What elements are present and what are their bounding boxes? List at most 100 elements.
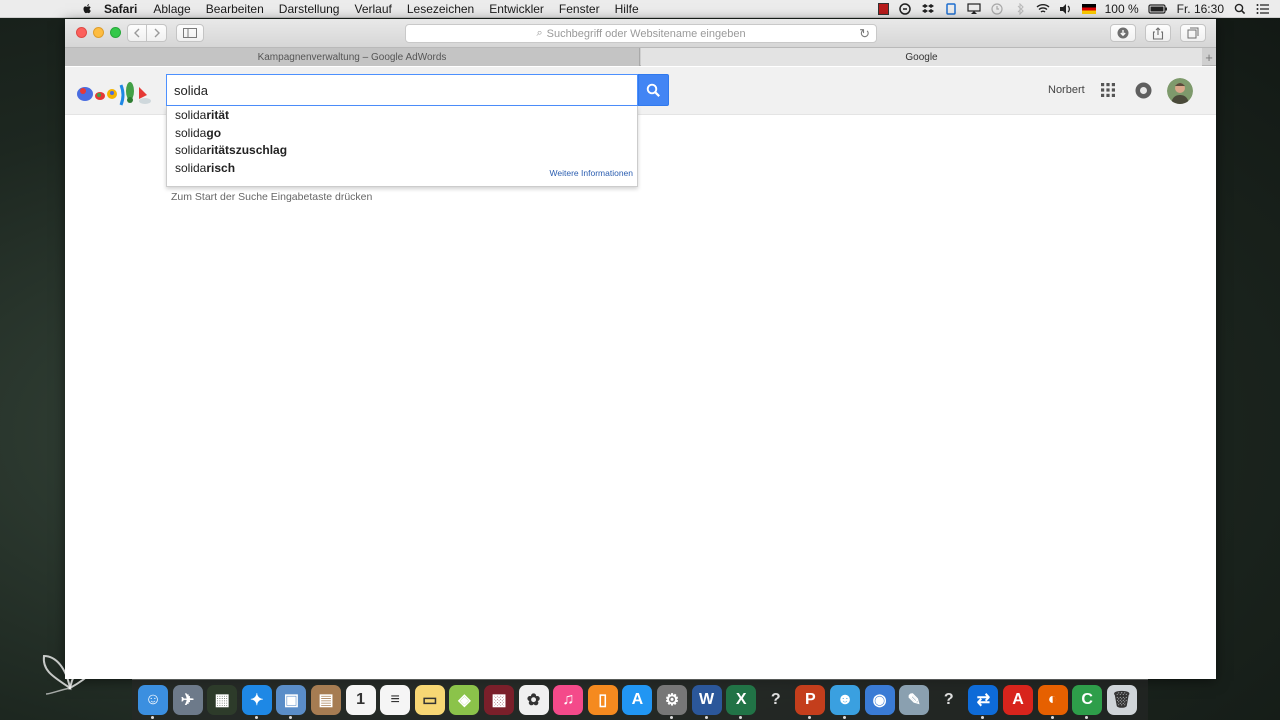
- suggestion-item[interactable]: solidaritätszuschlag: [175, 143, 287, 160]
- menu-ablage[interactable]: Ablage: [153, 2, 190, 16]
- wifi-icon[interactable]: [1036, 3, 1050, 15]
- running-indicator: [704, 716, 708, 719]
- menu-app-name[interactable]: Safari: [104, 2, 137, 16]
- notifications-icon[interactable]: [1135, 82, 1152, 99]
- running-indicator: [981, 716, 985, 719]
- running-indicator: [670, 716, 673, 719]
- acrobat-icon[interactable]: A: [1003, 685, 1033, 715]
- menu-bearbeiten[interactable]: Bearbeiten: [206, 2, 264, 16]
- photos-icon[interactable]: ✿: [518, 685, 549, 715]
- menu-darstellung[interactable]: Darstellung: [279, 2, 340, 16]
- apple-menu-icon[interactable]: [80, 2, 94, 16]
- google-doodle-logo[interactable]: [75, 75, 153, 109]
- itunes-icon[interactable]: ♫: [553, 685, 584, 715]
- suggestion-item[interactable]: solidago: [175, 126, 221, 143]
- excel-icon[interactable]: X: [726, 685, 757, 719]
- battery-icon[interactable]: [1148, 3, 1168, 15]
- unknown-app-2-icon[interactable]: ?: [934, 685, 964, 715]
- menu-hilfe[interactable]: Hilfe: [615, 2, 639, 16]
- show-all-tabs-button[interactable]: [1180, 24, 1206, 42]
- search-hint: Zum Start der Suche Eingabetaste drücken: [171, 191, 373, 203]
- user-avatar[interactable]: [1167, 78, 1193, 104]
- tab-adwords[interactable]: Kampagnenverwaltung – Google AdWords: [65, 48, 640, 66]
- search-button[interactable]: [638, 74, 669, 106]
- powerpoint-icon[interactable]: P: [795, 685, 826, 719]
- airplay-icon[interactable]: [966, 3, 981, 15]
- google-apps-icon[interactable]: [1101, 83, 1115, 97]
- photo-booth-icon[interactable]: ▩: [484, 685, 514, 715]
- unknown-app-icon[interactable]: ?: [761, 685, 791, 715]
- running-indicator: [254, 716, 258, 719]
- notes-icon[interactable]: ▭: [414, 685, 445, 715]
- clipboard-icon[interactable]: [944, 3, 958, 15]
- maps-icon[interactable]: ◈: [449, 685, 480, 715]
- reload-icon[interactable]: ↻: [859, 26, 870, 42]
- dropbox-icon[interactable]: [921, 3, 935, 15]
- running-indicator: [1085, 716, 1089, 719]
- reminders-icon[interactable]: ≡: [380, 685, 411, 715]
- calendar-icon[interactable]: 1: [345, 685, 376, 715]
- recording-icon[interactable]: [877, 3, 889, 15]
- tab-google[interactable]: Google: [641, 48, 1202, 66]
- tab-label: Google: [905, 51, 938, 63]
- window-minimize-button[interactable]: [93, 27, 104, 38]
- word-icon[interactable]: W: [691, 685, 722, 719]
- launchpad-icon[interactable]: ✈: [172, 685, 203, 715]
- sidebar-toggle-button[interactable]: [176, 24, 204, 42]
- camtasia-icon[interactable]: C: [1072, 685, 1103, 719]
- sidebar-icon: [183, 28, 197, 38]
- back-button[interactable]: [127, 24, 147, 42]
- firefox-icon[interactable]: ◐: [1037, 685, 1068, 719]
- utility-icon[interactable]: ✎: [899, 685, 930, 715]
- tabs-overview-icon: [1187, 27, 1199, 39]
- safari-icon[interactable]: ✦: [241, 685, 272, 719]
- preview-icon[interactable]: ▣: [276, 685, 307, 719]
- new-tab-button[interactable]: +: [1202, 48, 1216, 66]
- user-name-link[interactable]: Norbert: [1048, 84, 1085, 96]
- spotlight-icon[interactable]: [1233, 3, 1247, 15]
- running-indicator: [151, 716, 154, 719]
- suggestion-completion: risch: [206, 161, 236, 175]
- volume-icon[interactable]: [1059, 3, 1073, 15]
- suggestion-item[interactable]: solidarisch: [175, 161, 235, 178]
- messenger-icon[interactable]: ☻: [830, 685, 860, 719]
- network-icon[interactable]: ◉: [864, 685, 895, 715]
- trash-icon[interactable]: 🗑: [1106, 685, 1137, 715]
- address-placeholder: Suchbegriff oder Websitename eingeben: [546, 27, 746, 40]
- search-input[interactable]: solida: [166, 74, 638, 106]
- contacts-icon[interactable]: ▤: [311, 685, 341, 715]
- suggestion-prefix: solida: [175, 126, 207, 140]
- suggestion-prefix: solida: [175, 108, 207, 122]
- bluetooth-icon[interactable]: [1013, 3, 1027, 15]
- menu-entwickler[interactable]: Entwickler: [489, 2, 544, 16]
- teamviewer-icon[interactable]: ⇄: [968, 685, 999, 719]
- system-preferences-icon[interactable]: ⚙: [657, 685, 687, 719]
- window-fullscreen-button[interactable]: [110, 27, 121, 38]
- browser-window: ⌕ Suchbegriff oder Websitename eingeben …: [65, 19, 1216, 679]
- menu-fenster[interactable]: Fenster: [559, 2, 600, 16]
- more-info-link[interactable]: Weitere Informationen: [550, 168, 633, 178]
- butterfly-watermark-icon: [42, 648, 104, 695]
- sync-icon[interactable]: [898, 3, 912, 15]
- notification-center-icon[interactable]: [1256, 3, 1270, 15]
- menu-verlauf[interactable]: Verlauf: [354, 2, 391, 16]
- window-close-button[interactable]: [76, 27, 87, 38]
- menu-lesezeichen[interactable]: Lesezeichen: [407, 2, 474, 16]
- menu-clock[interactable]: Fr. 16:30: [1177, 2, 1224, 16]
- battery-percentage[interactable]: 100 %: [1105, 2, 1139, 16]
- app-store-icon[interactable]: A: [622, 685, 653, 715]
- time-machine-icon[interactable]: [990, 3, 1004, 15]
- forward-button[interactable]: [147, 24, 167, 42]
- autocomplete-dropdown: solidarität solidago solidaritätszuschla…: [166, 106, 638, 187]
- mission-control-icon[interactable]: ▦: [207, 685, 238, 715]
- share-button[interactable]: [1145, 24, 1171, 42]
- suggestion-completion: ritätszuschlag: [206, 143, 288, 157]
- suggestion-item[interactable]: solidarität: [175, 108, 229, 125]
- menu-bar: Safari Ablage Bearbeiten Darstellung Ver…: [0, 0, 1280, 18]
- finder-icon[interactable]: ☺: [138, 685, 168, 719]
- ibooks-icon[interactable]: ▯: [587, 685, 618, 715]
- german-flag-icon[interactable]: [1081, 4, 1096, 14]
- downloads-button[interactable]: [1110, 24, 1136, 42]
- address-bar[interactable]: ⌕ Suchbegriff oder Websitename eingeben …: [405, 24, 877, 43]
- download-icon: [1117, 27, 1129, 39]
